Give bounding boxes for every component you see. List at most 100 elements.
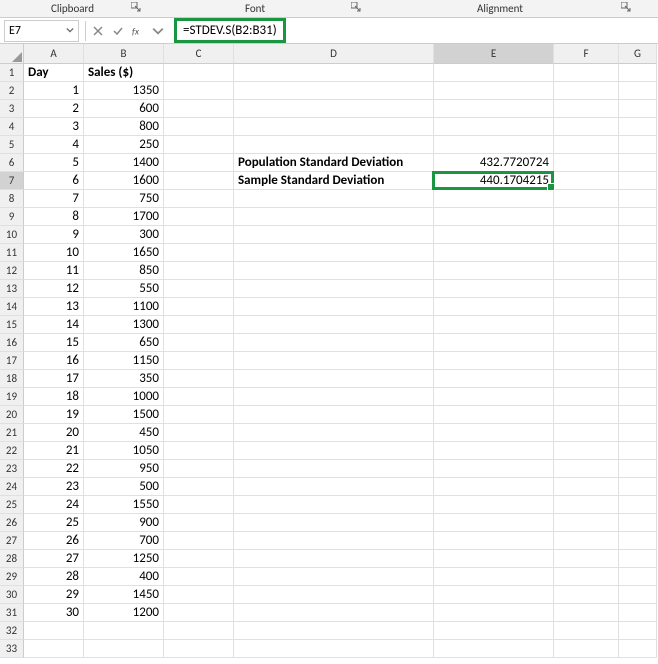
cell-B32[interactable] (84, 622, 164, 640)
cell-B28[interactable]: 1250 (84, 550, 164, 568)
cell-G19[interactable] (619, 388, 657, 406)
cell-F16[interactable] (554, 334, 619, 352)
cell-B29[interactable]: 400 (84, 568, 164, 586)
row-header[interactable]: 13 (0, 280, 24, 298)
cell-D13[interactable] (234, 280, 434, 298)
cell-C12[interactable] (164, 262, 234, 280)
cell-E13[interactable] (434, 280, 554, 298)
cell-B20[interactable]: 1500 (84, 406, 164, 424)
cell-B21[interactable]: 450 (84, 424, 164, 442)
cell-B33[interactable] (84, 640, 164, 658)
cell-B18[interactable]: 350 (84, 370, 164, 388)
cell-G8[interactable] (619, 190, 657, 208)
row-header[interactable]: 5 (0, 136, 24, 154)
cell-F2[interactable] (554, 82, 619, 100)
cell-A17[interactable]: 16 (24, 352, 84, 370)
row-header[interactable]: 10 (0, 226, 24, 244)
cell-D16[interactable] (234, 334, 434, 352)
cell-C21[interactable] (164, 424, 234, 442)
cell-C28[interactable] (164, 550, 234, 568)
cell-F29[interactable] (554, 568, 619, 586)
cell-F27[interactable] (554, 532, 619, 550)
cell-D11[interactable] (234, 244, 434, 262)
cell-C27[interactable] (164, 532, 234, 550)
cell-A11[interactable]: 10 (24, 244, 84, 262)
cell-G6[interactable] (619, 154, 657, 172)
cell-F14[interactable] (554, 298, 619, 316)
cell-D1[interactable] (234, 64, 434, 82)
row-header[interactable]: 4 (0, 118, 24, 136)
cell-F11[interactable] (554, 244, 619, 262)
cell-B25[interactable]: 1550 (84, 496, 164, 514)
cell-C32[interactable] (164, 622, 234, 640)
row-header[interactable]: 1 (0, 64, 24, 82)
cell-C4[interactable] (164, 118, 234, 136)
row-header[interactable]: 33 (0, 640, 24, 658)
cell-E30[interactable] (434, 586, 554, 604)
cell-E12[interactable] (434, 262, 554, 280)
cell-E16[interactable] (434, 334, 554, 352)
cell-B2[interactable]: 1350 (84, 82, 164, 100)
cell-D10[interactable] (234, 226, 434, 244)
cell-F9[interactable] (554, 208, 619, 226)
row-header[interactable]: 2 (0, 82, 24, 100)
cell-G3[interactable] (619, 100, 657, 118)
cell-E3[interactable] (434, 100, 554, 118)
cell-B22[interactable]: 1050 (84, 442, 164, 460)
cell-D24[interactable] (234, 478, 434, 496)
cell-C14[interactable] (164, 298, 234, 316)
cell-D26[interactable] (234, 514, 434, 532)
cell-E29[interactable] (434, 568, 554, 586)
cell-G18[interactable] (619, 370, 657, 388)
cell-C25[interactable] (164, 496, 234, 514)
cell-D19[interactable] (234, 388, 434, 406)
cell-D20[interactable] (234, 406, 434, 424)
cell-F21[interactable] (554, 424, 619, 442)
cell-D25[interactable] (234, 496, 434, 514)
cell-F3[interactable] (554, 100, 619, 118)
cell-A25[interactable]: 24 (24, 496, 84, 514)
row-header[interactable]: 20 (0, 406, 24, 424)
cell-A18[interactable]: 17 (24, 370, 84, 388)
cell-D8[interactable] (234, 190, 434, 208)
row-header[interactable]: 25 (0, 496, 24, 514)
cell-D30[interactable] (234, 586, 434, 604)
cell-D15[interactable] (234, 316, 434, 334)
cell-B23[interactable]: 950 (84, 460, 164, 478)
column-header-a[interactable]: A (24, 44, 84, 64)
cell-G9[interactable] (619, 208, 657, 226)
cell-D29[interactable] (234, 568, 434, 586)
chevron-down-icon[interactable] (149, 22, 167, 40)
cell-F12[interactable] (554, 262, 619, 280)
cell-F19[interactable] (554, 388, 619, 406)
cell-B9[interactable]: 1700 (84, 208, 164, 226)
row-header[interactable]: 23 (0, 460, 24, 478)
cell-C26[interactable] (164, 514, 234, 532)
cell-C17[interactable] (164, 352, 234, 370)
cell-G24[interactable] (619, 478, 657, 496)
cell-F22[interactable] (554, 442, 619, 460)
row-header[interactable]: 15 (0, 316, 24, 334)
cell-B17[interactable]: 1150 (84, 352, 164, 370)
cell-E11[interactable] (434, 244, 554, 262)
column-header-f[interactable]: F (554, 44, 619, 64)
cell-A23[interactable]: 22 (24, 460, 84, 478)
cell-B14[interactable]: 1100 (84, 298, 164, 316)
cell-B24[interactable]: 500 (84, 478, 164, 496)
cell-F25[interactable] (554, 496, 619, 514)
cell-F18[interactable] (554, 370, 619, 388)
cell-A28[interactable]: 27 (24, 550, 84, 568)
row-header[interactable]: 8 (0, 190, 24, 208)
cell-A1[interactable]: Day (24, 64, 84, 82)
cell-B4[interactable]: 800 (84, 118, 164, 136)
cell-E22[interactable] (434, 442, 554, 460)
row-header[interactable]: 17 (0, 352, 24, 370)
cell-G31[interactable] (619, 604, 657, 622)
cell-C16[interactable] (164, 334, 234, 352)
cell-F32[interactable] (554, 622, 619, 640)
cell-G10[interactable] (619, 226, 657, 244)
cell-C29[interactable] (164, 568, 234, 586)
cell-A26[interactable]: 25 (24, 514, 84, 532)
cell-E2[interactable] (434, 82, 554, 100)
cell-A9[interactable]: 8 (24, 208, 84, 226)
